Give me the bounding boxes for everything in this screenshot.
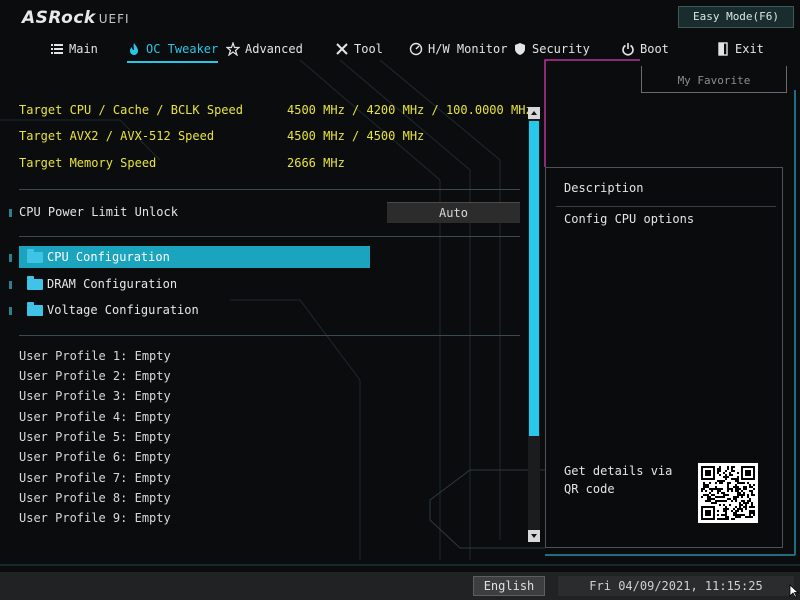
target-cpu-label: Target CPU / Cache / BCLK Speed: [19, 103, 243, 117]
flame-icon: [127, 42, 141, 56]
scroll-down-arrow-icon[interactable]: [528, 530, 540, 542]
target-avx-label: Target AVX2 / AVX-512 Speed: [19, 129, 215, 143]
mouse-cursor-icon: [789, 584, 799, 598]
description-text: Config CPU options: [564, 212, 695, 226]
exit-icon: [716, 42, 730, 56]
row-marker: [9, 307, 12, 315]
easy-mode-button[interactable]: Easy Mode(F6): [678, 6, 794, 28]
brand-suffix: UEFI: [98, 12, 130, 26]
shield-icon: [513, 42, 527, 56]
monitor-icon: [409, 42, 423, 56]
tab-main-label: Main: [69, 42, 98, 56]
qr-caption: Get details via QR code: [564, 464, 673, 496]
divider: [556, 206, 776, 207]
description-panel: Description Config CPU options Get detai…: [545, 167, 783, 548]
user-profile-5[interactable]: User Profile 5: Empty: [19, 428, 171, 446]
cpu-power-limit-row[interactable]: CPU Power Limit Unlock: [9, 201, 178, 223]
user-profile-7[interactable]: User Profile 7: Empty: [19, 469, 171, 487]
list-icon: [50, 42, 64, 56]
footer-bar: English Fri 04/09/2021, 11:15:25: [0, 572, 800, 600]
target-memory-row: Target Memory Speed 2666 MHz: [19, 156, 345, 172]
asrock-logo: ASRock UEFI: [22, 8, 130, 28]
tab-tool[interactable]: Tool: [335, 38, 383, 60]
row-marker: [9, 209, 12, 217]
scrollbar-thumb[interactable]: [529, 121, 539, 436]
user-profile-2[interactable]: User Profile 2: Empty: [19, 367, 171, 385]
divider: [19, 335, 520, 336]
tab-exit-label: Exit: [735, 42, 764, 56]
menu-dram-configuration-label: DRAM Configuration: [47, 277, 178, 291]
tab-oc-tweaker[interactable]: OC Tweaker: [127, 38, 219, 63]
target-memory-label: Target Memory Speed: [19, 156, 157, 170]
target-avx-value: 4500 MHz / 4500 MHz: [287, 129, 425, 143]
brand-name: ASRock: [22, 8, 96, 28]
divider: [19, 189, 520, 190]
tab-advanced[interactable]: Advanced: [225, 38, 303, 60]
tab-boot[interactable]: Boot: [621, 38, 669, 60]
row-marker: [9, 281, 12, 289]
tab-hw-monitor-label: H/W Monitor: [428, 42, 508, 56]
tab-security[interactable]: Security: [513, 38, 590, 60]
folder-icon: [27, 302, 43, 316]
my-favorite-button[interactable]: My Favorite: [641, 66, 787, 93]
user-profile-1[interactable]: User Profile 1: Empty: [19, 347, 171, 365]
user-profile-3[interactable]: User Profile 3: Empty: [19, 387, 171, 405]
tab-main[interactable]: Main: [50, 38, 98, 60]
user-profile-6[interactable]: User Profile 6: Empty: [19, 448, 171, 466]
star-icon: [225, 41, 241, 57]
menu-voltage-configuration[interactable]: Voltage Configuration: [9, 299, 370, 321]
folder-icon: [27, 249, 43, 263]
folder-icon: [27, 276, 43, 290]
user-profile-4[interactable]: User Profile 4: Empty: [19, 408, 171, 426]
user-profile-9[interactable]: User Profile 9: Empty: [19, 509, 171, 527]
menu-cpu-configuration-label: CPU Configuration: [47, 250, 170, 264]
menu-voltage-configuration-label: Voltage Configuration: [47, 303, 199, 317]
cpu-power-limit-select[interactable]: Auto: [387, 202, 520, 223]
tab-exit[interactable]: Exit: [716, 38, 764, 60]
menu-cpu-configuration[interactable]: CPU Configuration: [9, 246, 370, 268]
main-settings-list: Target CPU / Cache / BCLK Speed 4500 MHz…: [0, 100, 533, 540]
tab-boot-label: Boot: [640, 42, 669, 56]
target-cpu-value: 4500 MHz / 4200 MHz / 100.0000 MHz: [287, 103, 533, 117]
qr-code-icon: [698, 463, 758, 523]
description-title: Description: [564, 181, 644, 195]
scroll-up-arrow-icon[interactable]: [528, 107, 540, 119]
row-marker: [9, 254, 12, 262]
tab-tool-label: Tool: [354, 42, 383, 56]
tab-oc-tweaker-label: OC Tweaker: [146, 42, 219, 56]
menu-dram-configuration[interactable]: DRAM Configuration: [9, 273, 370, 295]
tab-advanced-label: Advanced: [245, 42, 303, 56]
tools-icon: [335, 42, 349, 56]
target-memory-value: 2666 MHz: [287, 156, 345, 170]
target-cpu-row: Target CPU / Cache / BCLK Speed 4500 MHz…: [19, 103, 533, 119]
tab-security-label: Security: [532, 42, 590, 56]
power-icon: [621, 42, 635, 56]
tab-hw-monitor[interactable]: H/W Monitor: [409, 38, 507, 60]
target-avx-row: Target AVX2 / AVX-512 Speed 4500 MHz / 4…: [19, 129, 424, 145]
cpu-power-limit-label: CPU Power Limit Unlock: [19, 205, 178, 219]
divider: [19, 236, 520, 237]
datetime-display: Fri 04/09/2021, 11:15:25: [558, 576, 794, 596]
language-button[interactable]: English: [473, 576, 545, 596]
main-navigation: Main OC Tweaker Advanced Tool H/W Monito…: [0, 38, 800, 63]
user-profile-8[interactable]: User Profile 8: Empty: [19, 489, 171, 507]
